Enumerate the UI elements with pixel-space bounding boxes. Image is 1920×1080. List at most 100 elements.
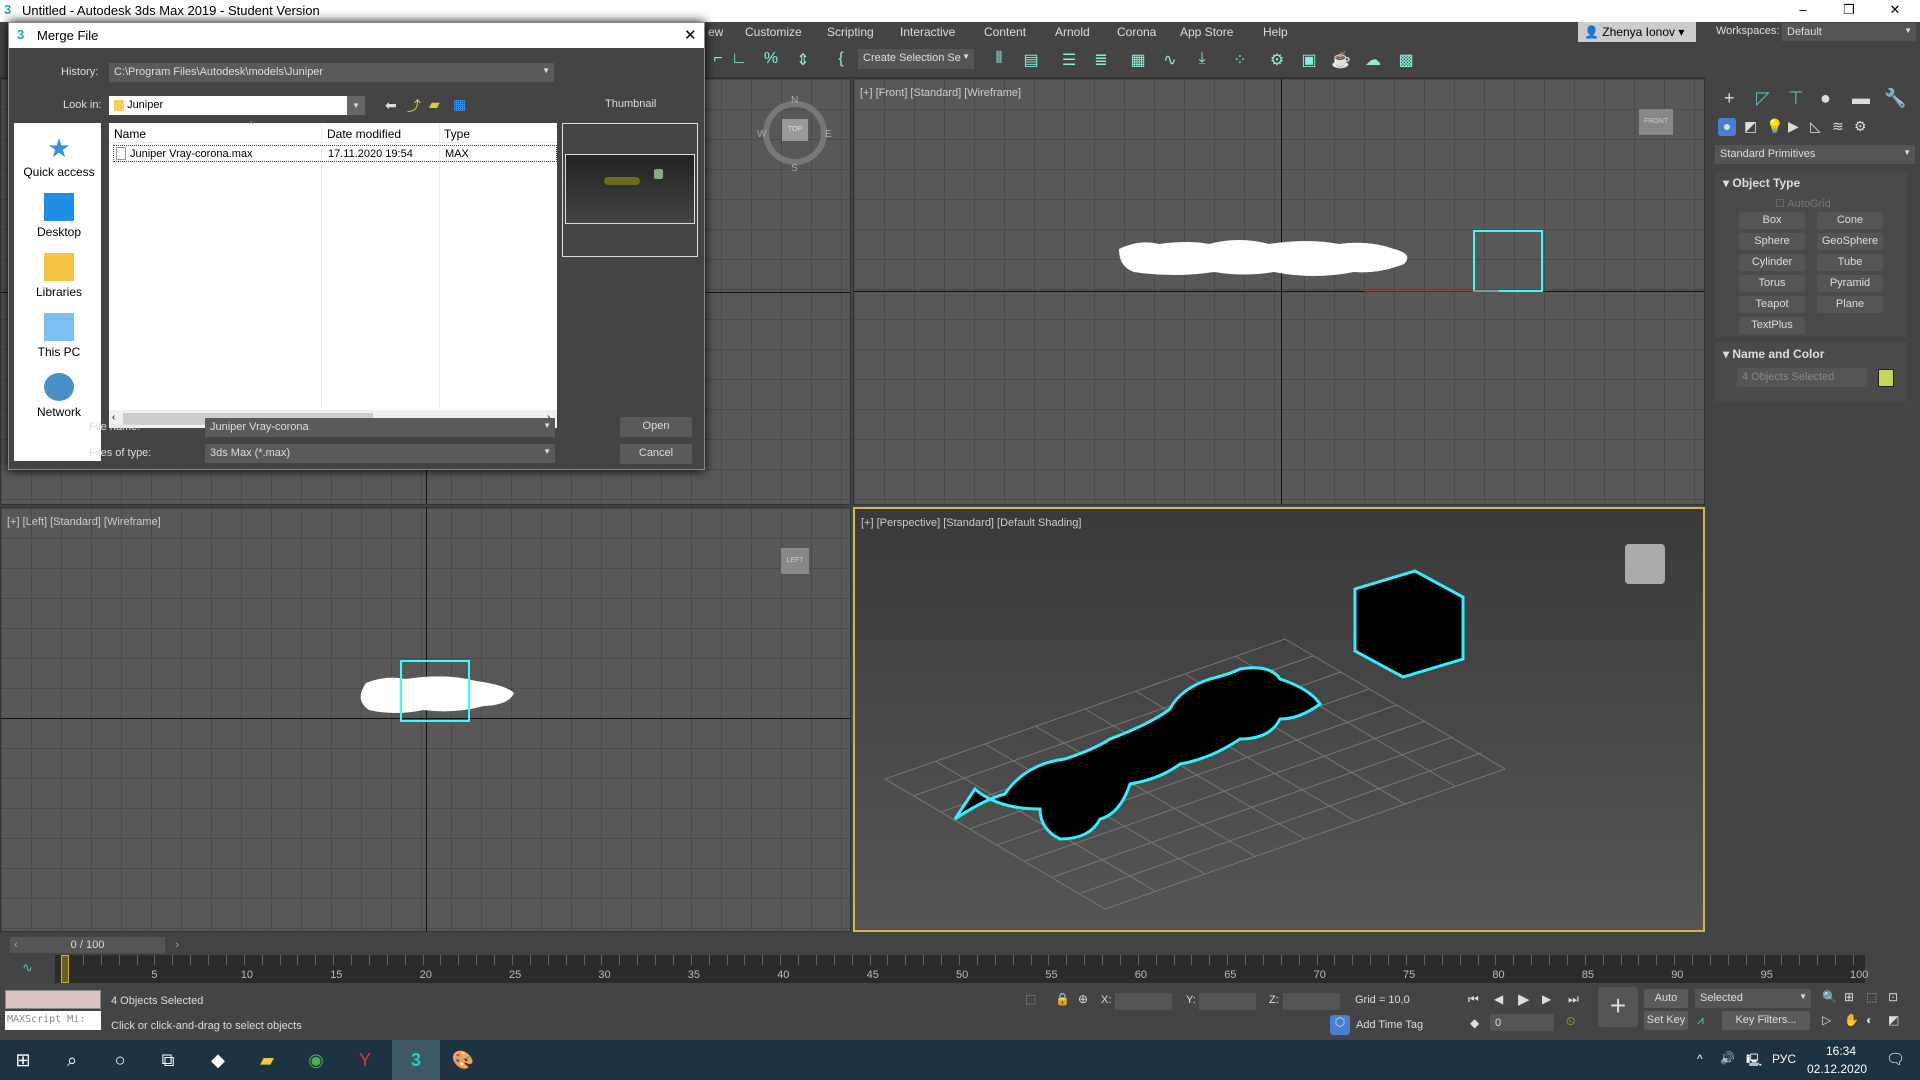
viewcube-compass[interactable]: TOP	[763, 101, 827, 165]
menu-arnold[interactable]: Arnold	[1055, 25, 1090, 39]
orbit-icon[interactable]: ◐	[1866, 1013, 1873, 1027]
place-this-pc[interactable]: This PC	[14, 313, 104, 359]
clock-date[interactable]: 02.12.2020	[1807, 1062, 1867, 1076]
selection-lock-icon[interactable]: 🔒	[1055, 992, 1070, 1006]
time-slider[interactable]: ‹ 0 / 100 ›	[10, 937, 179, 953]
angle-snap-icon[interactable]: ∟	[728, 50, 750, 70]
autogrid-checkbox[interactable]: ☐ AutoGrid	[1775, 197, 1831, 210]
spinner-snap-icon[interactable]: ⇕	[792, 50, 814, 70]
viewcube-front[interactable]: FRONT	[1639, 109, 1673, 135]
primitive-button-sphere[interactable]: Sphere	[1739, 233, 1805, 250]
hierarchy-tab-icon[interactable]: ⊤	[1788, 88, 1804, 109]
x-coordinate-input[interactable]	[1115, 993, 1172, 1010]
isolate-selection-icon[interactable]: ⬚	[1025, 992, 1036, 1006]
column-type[interactable]: Type	[444, 127, 470, 141]
start-icon[interactable]: ⊞	[3, 1046, 43, 1074]
y-coordinate-input[interactable]	[1199, 993, 1256, 1010]
go-to-end-icon[interactable]: ⏭	[1568, 992, 1579, 1007]
object-type-title[interactable]: ▾ Object Type	[1723, 176, 1800, 190]
menu-civil-view[interactable]: ew	[708, 25, 723, 39]
edit-named-selection-icon[interactable]: {	[830, 50, 852, 70]
create-selection-set-dropdown[interactable]: Create Selection Se ▼	[858, 49, 974, 69]
menu-content[interactable]: Content	[984, 25, 1026, 39]
paint-icon[interactable]: 🎨	[443, 1046, 483, 1074]
menu-app-store[interactable]: App Store	[1180, 25, 1233, 39]
open-button[interactable]: Open	[620, 417, 692, 437]
ribbon-icon[interactable]: ▦	[1127, 50, 1149, 70]
back-icon[interactable]: ⬅	[385, 97, 397, 114]
primitive-button-geosphere[interactable]: GeoSphere	[1817, 233, 1883, 250]
dope-sheet-icon[interactable]: ⤓	[1191, 50, 1213, 70]
place-libraries[interactable]: Libraries	[14, 253, 104, 299]
zoom-all-icon[interactable]: ⊞	[1844, 990, 1854, 1004]
search-icon[interactable]: ⌕	[52, 1046, 92, 1074]
curve-editor-icon[interactable]: ∿	[1159, 50, 1181, 70]
rendered-frame-window-icon[interactable]: ▣	[1298, 50, 1320, 70]
render-setup-icon[interactable]: ⚙	[1266, 50, 1288, 70]
volume-icon[interactable]: 🔊	[1720, 1051, 1735, 1065]
viewport-perspective[interactable]: [+] [Perspective] [Standard] [Default Sh…	[853, 507, 1705, 932]
pan-icon[interactable]: ✋	[1844, 1013, 1859, 1027]
files-of-type-dropdown[interactable]: 3ds Max (*.max) ▼	[205, 444, 555, 463]
column-name[interactable]: Name	[114, 127, 146, 141]
object-name-field[interactable]: 4 Objects Selected	[1737, 368, 1867, 387]
user-account-menu[interactable]: 👤 Zhenya Ionov ▾	[1578, 22, 1696, 42]
dialog-close-button[interactable]: ✕	[684, 26, 697, 44]
render-production-icon[interactable]: ☕	[1330, 50, 1352, 70]
default-tangent-icon[interactable]: ⩘	[1697, 1013, 1704, 1028]
layer-explorer-icon[interactable]: ≣	[1090, 50, 1112, 70]
up-folder-icon[interactable]: ⤴	[407, 96, 421, 116]
chrome-icon[interactable]: ◉	[296, 1046, 336, 1074]
viewcube-perspective[interactable]	[1625, 544, 1665, 584]
view-menu-icon[interactable]: ▦	[453, 96, 466, 113]
menu-corona[interactable]: Corona	[1117, 25, 1156, 39]
place-quick-access[interactable]: ★ Quick access	[14, 133, 104, 179]
viewcube-top[interactable]: TOP	[782, 119, 808, 141]
lights-icon[interactable]: 💡	[1766, 118, 1783, 135]
modify-tab-icon[interactable]: ◸	[1756, 88, 1770, 109]
primitive-button-textplus[interactable]: TextPlus	[1739, 317, 1805, 334]
primitive-button-plane[interactable]: Plane	[1817, 296, 1883, 313]
next-frame-icon[interactable]: ›	[175, 937, 179, 953]
prev-frame-icon[interactable]: ‹	[14, 937, 18, 953]
absolute-mode-icon[interactable]: ⊕	[1078, 992, 1088, 1006]
file-list[interactable]: Name ^ Date modified Type Juniper Vray-c…	[109, 119, 557, 428]
3dsmax-taskbar-icon[interactable]: 3	[392, 1040, 440, 1080]
primitive-button-teapot[interactable]: Teapot	[1739, 296, 1805, 313]
space-warps-icon[interactable]: ≋	[1832, 118, 1844, 135]
maximize-viewport-icon[interactable]: ◩	[1888, 1013, 1899, 1027]
primitive-button-pyramid[interactable]: Pyramid	[1817, 275, 1883, 292]
cancel-button[interactable]: Cancel	[620, 444, 692, 464]
viewport-front[interactable]: [+] [Front] [Standard] [Wireframe] FRONT	[853, 78, 1705, 505]
workspaces-dropdown[interactable]: Default ▼	[1782, 23, 1916, 41]
menu-help[interactable]: Help	[1263, 25, 1288, 39]
task-view-icon[interactable]: ⧉	[148, 1046, 188, 1074]
file-row[interactable]: Juniper Vray-corona.max 17.11.2020 19:54…	[113, 145, 557, 162]
motion-tab-icon[interactable]: ●	[1820, 88, 1831, 109]
new-folder-icon[interactable]: ▰	[429, 96, 440, 113]
z-coordinate-input[interactable]	[1283, 993, 1340, 1010]
play-icon[interactable]: ▶	[1518, 990, 1530, 1008]
utilities-tab-icon[interactable]: 🔧	[1884, 88, 1906, 109]
create-tab-icon[interactable]: +	[1724, 88, 1735, 109]
zoom-extents-all-icon[interactable]: ⊡	[1888, 990, 1898, 1004]
go-to-start-icon[interactable]: ⏮	[1468, 992, 1479, 1007]
systems-icon[interactable]: ⚙	[1854, 118, 1867, 135]
schematic-view-icon[interactable]: ⁘	[1229, 50, 1251, 70]
zoom-icon[interactable]: 🔍	[1822, 990, 1837, 1004]
set-key-big-button[interactable]: +	[1598, 987, 1638, 1027]
primitive-button-box[interactable]: Box	[1739, 212, 1805, 229]
input-language[interactable]: РУС	[1772, 1052, 1796, 1066]
menu-scripting[interactable]: Scripting	[827, 25, 874, 39]
primitive-button-cylinder[interactable]: Cylinder	[1739, 254, 1805, 271]
current-frame-input[interactable]: 0	[1490, 1014, 1554, 1031]
primitive-button-cone[interactable]: Cone	[1817, 212, 1883, 229]
minimize-button[interactable]: –	[1780, 0, 1826, 22]
timeline-track[interactable]: 0510152025303540455055606570758085909510…	[55, 955, 1868, 983]
helpers-icon[interactable]: ◺	[1810, 118, 1821, 135]
network-tray-icon[interactable]: 🖳	[1746, 1051, 1762, 1072]
clock-time[interactable]: 16:34	[1826, 1044, 1856, 1058]
menu-interactive[interactable]: Interactive	[900, 25, 955, 39]
scene-explorer-icon[interactable]: ☰	[1058, 50, 1080, 70]
category-dropdown[interactable]: Standard Primitives ▼	[1715, 145, 1915, 164]
